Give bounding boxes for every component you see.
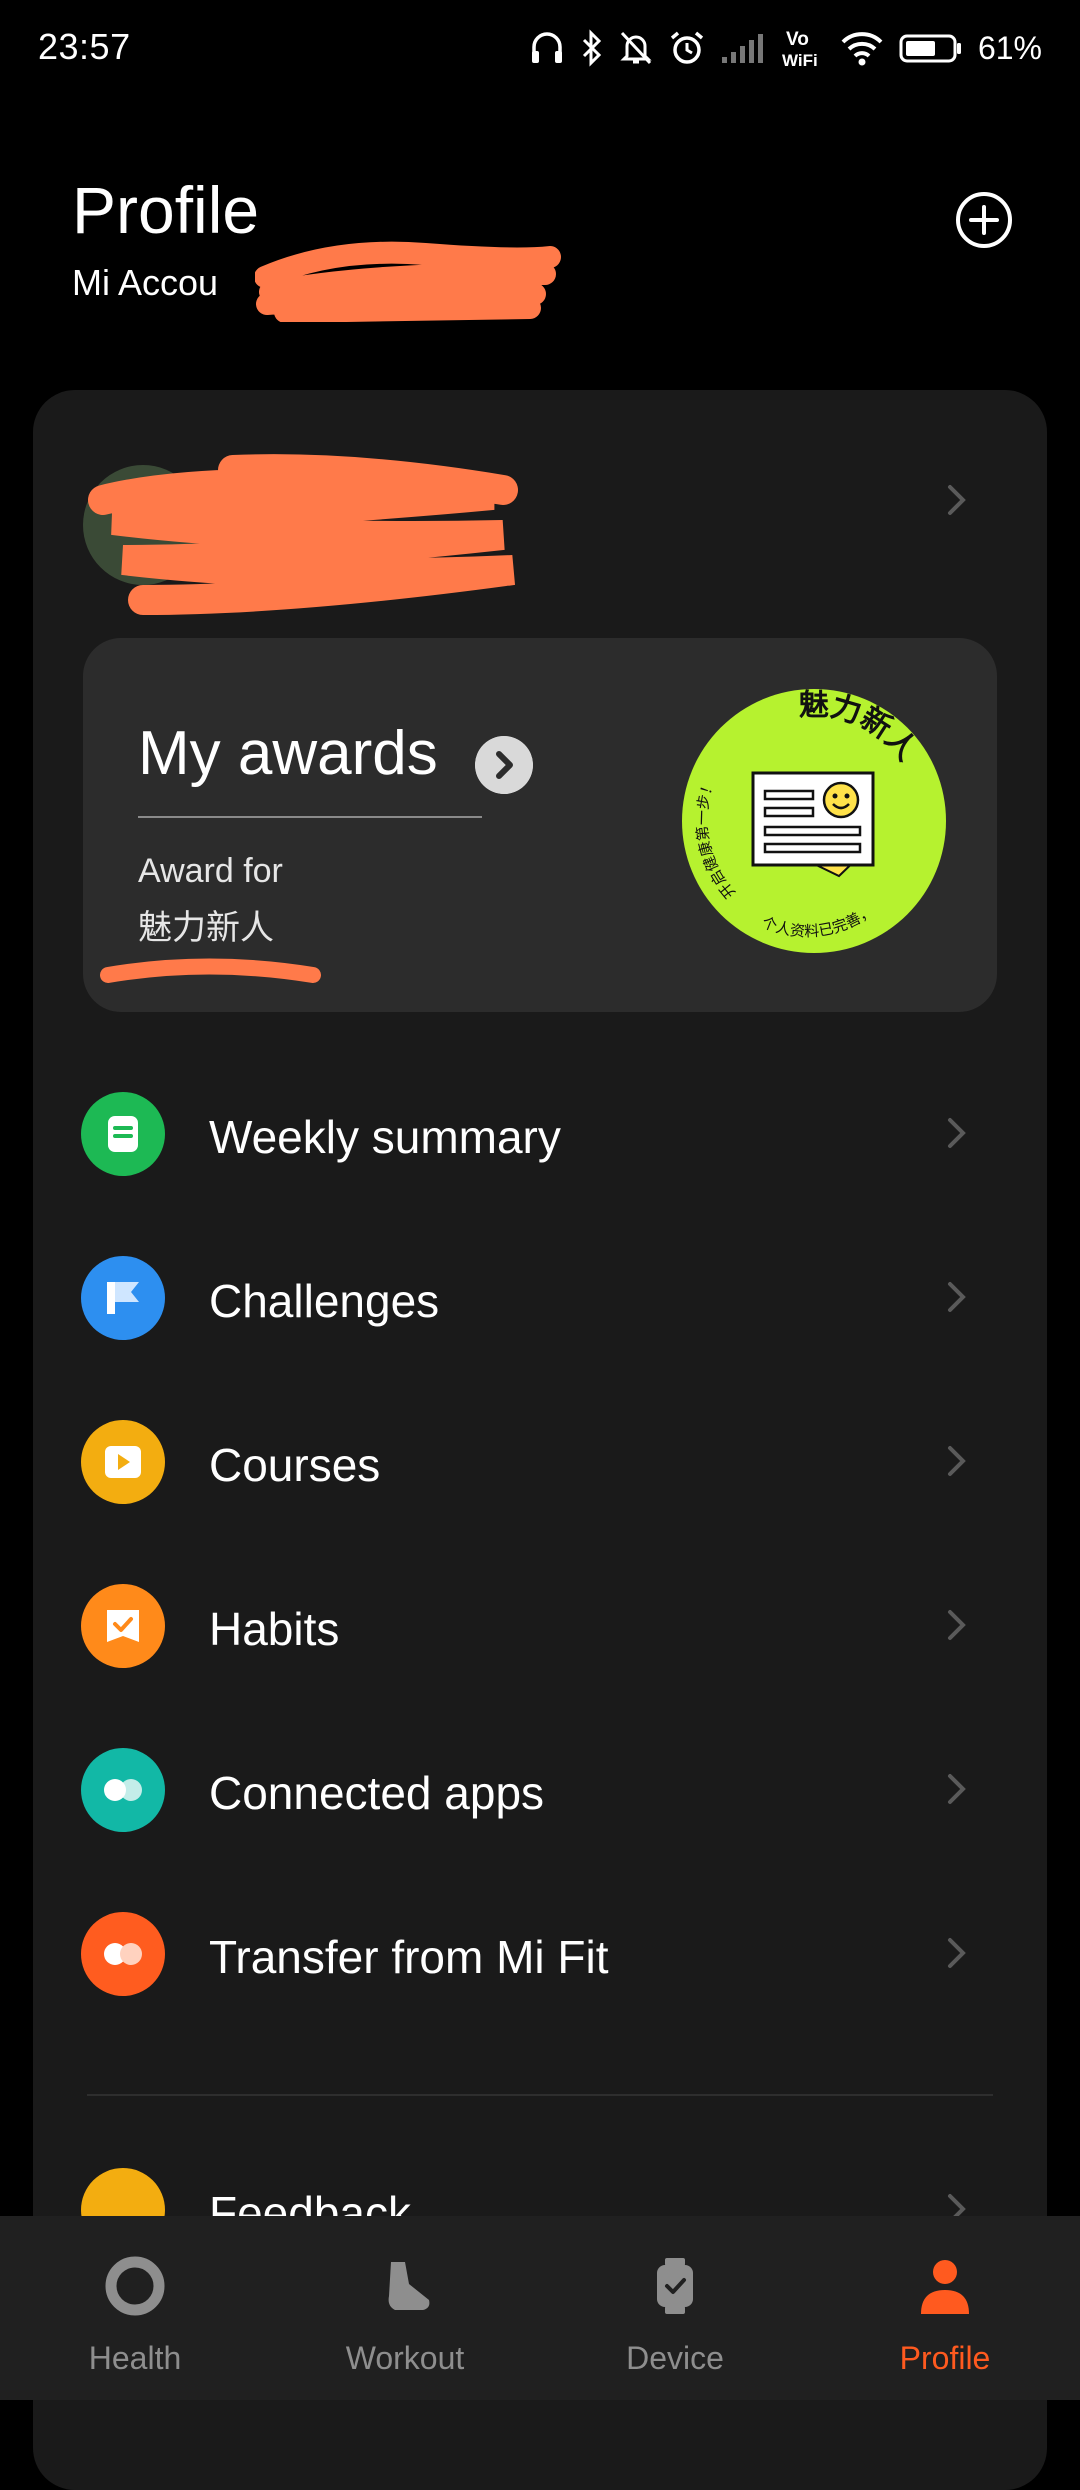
award-for-label: Award for — [138, 852, 283, 890]
arrow-circle-icon[interactable] — [475, 736, 533, 794]
battery-icon — [899, 34, 961, 63]
shoe-icon — [388, 2262, 430, 2310]
nav-label: Device — [626, 2340, 724, 2376]
nav-label: Workout — [345, 2340, 465, 2376]
person-icon — [921, 2260, 969, 2314]
award-badge[interactable]: 魅力新人 开启健康第一步！ 个人资料已完善， — [681, 688, 947, 954]
menu-label: Transfer from Mi Fit — [209, 1931, 609, 1983]
status-time: 23:57 — [38, 26, 131, 67]
menu-label: Connected apps — [209, 1767, 545, 1819]
menu-item-connected-apps[interactable]: Connected apps — [33, 1708, 1047, 1872]
nav-health[interactable]: Health — [0, 2216, 270, 2400]
play-icon — [81, 1420, 165, 1504]
awards-title: My awards — [138, 719, 438, 788]
add-circle-icon[interactable] — [954, 190, 1014, 250]
status-icons: Vo WiFi 61% — [528, 22, 1042, 74]
menu-item-transfer-mi-fit[interactable]: Transfer from Mi Fit — [33, 1872, 1047, 2036]
user-profile-row[interactable] — [33, 420, 1047, 615]
chevron-right-icon — [948, 1118, 966, 1148]
nav-profile[interactable]: Profile — [810, 2216, 1080, 2400]
checkbox-icon — [81, 1584, 165, 1668]
svg-text:Vo: Vo — [786, 29, 809, 50]
vowifi-icon: Vo WiFi — [782, 29, 818, 70]
nav-label: Health — [88, 2340, 182, 2376]
nav-device[interactable]: Device — [540, 2216, 810, 2400]
menu-item-weekly-summary[interactable]: Weekly summary — [33, 1052, 1047, 1216]
award-name: 魅力新人 — [138, 909, 274, 947]
redaction-scribble — [255, 241, 561, 322]
battery-percent: 61% — [977, 29, 1042, 66]
alarm-icon — [670, 31, 704, 64]
summary-icon — [81, 1092, 165, 1176]
my-awards-card[interactable]: My awards Award for 魅力新人 魅力新人 开启健康第一步！ 个… — [83, 638, 997, 1012]
link-icon — [81, 1748, 165, 1832]
awards-divider — [138, 816, 482, 818]
menu-divider — [87, 2094, 993, 2096]
silent-icon — [620, 31, 652, 65]
svg-text:WiFi: WiFi — [782, 51, 818, 70]
status-bar: 23:57 Vo WiFi 61% — [0, 0, 1080, 96]
menu-item-habits[interactable]: Habits — [33, 1544, 1047, 1708]
redaction-scribble — [88, 454, 518, 615]
wifi-icon — [841, 32, 883, 66]
menu-item-courses[interactable]: Courses — [33, 1380, 1047, 1544]
chevron-right-icon — [948, 1282, 966, 1312]
chevron-right-icon — [948, 1938, 966, 1968]
mi-account-label[interactable]: Mi Accou — [72, 262, 218, 304]
page-title: Profile — [72, 173, 260, 247]
redaction-scribble — [100, 958, 321, 983]
headset-icon — [531, 32, 562, 63]
menu-label: Courses — [209, 1439, 381, 1491]
watch-icon — [657, 2258, 693, 2314]
flag-icon — [81, 1256, 165, 1340]
signal-icon — [721, 34, 763, 63]
profile-card: My awards Award for 魅力新人 魅力新人 开启健康第一步！ 个… — [33, 390, 1047, 2490]
nav-label: Profile — [899, 2340, 991, 2376]
bluetooth-icon — [582, 29, 602, 67]
transfer-icon — [81, 1912, 165, 1996]
health-icon — [105, 2256, 165, 2316]
nav-workout[interactable]: Workout — [270, 2216, 540, 2400]
bottom-nav: Health Workout Device Profile — [0, 2216, 1080, 2400]
chevron-right-icon — [948, 1610, 966, 1640]
menu-label: Weekly summary — [209, 1111, 561, 1163]
chevron-right-icon — [948, 1774, 966, 1804]
menu-label: Challenges — [209, 1275, 440, 1327]
chevron-right-icon — [948, 1446, 966, 1476]
menu-label: Habits — [209, 1603, 340, 1655]
menu-item-challenges[interactable]: Challenges — [33, 1216, 1047, 1380]
chevron-right-icon — [948, 485, 966, 515]
